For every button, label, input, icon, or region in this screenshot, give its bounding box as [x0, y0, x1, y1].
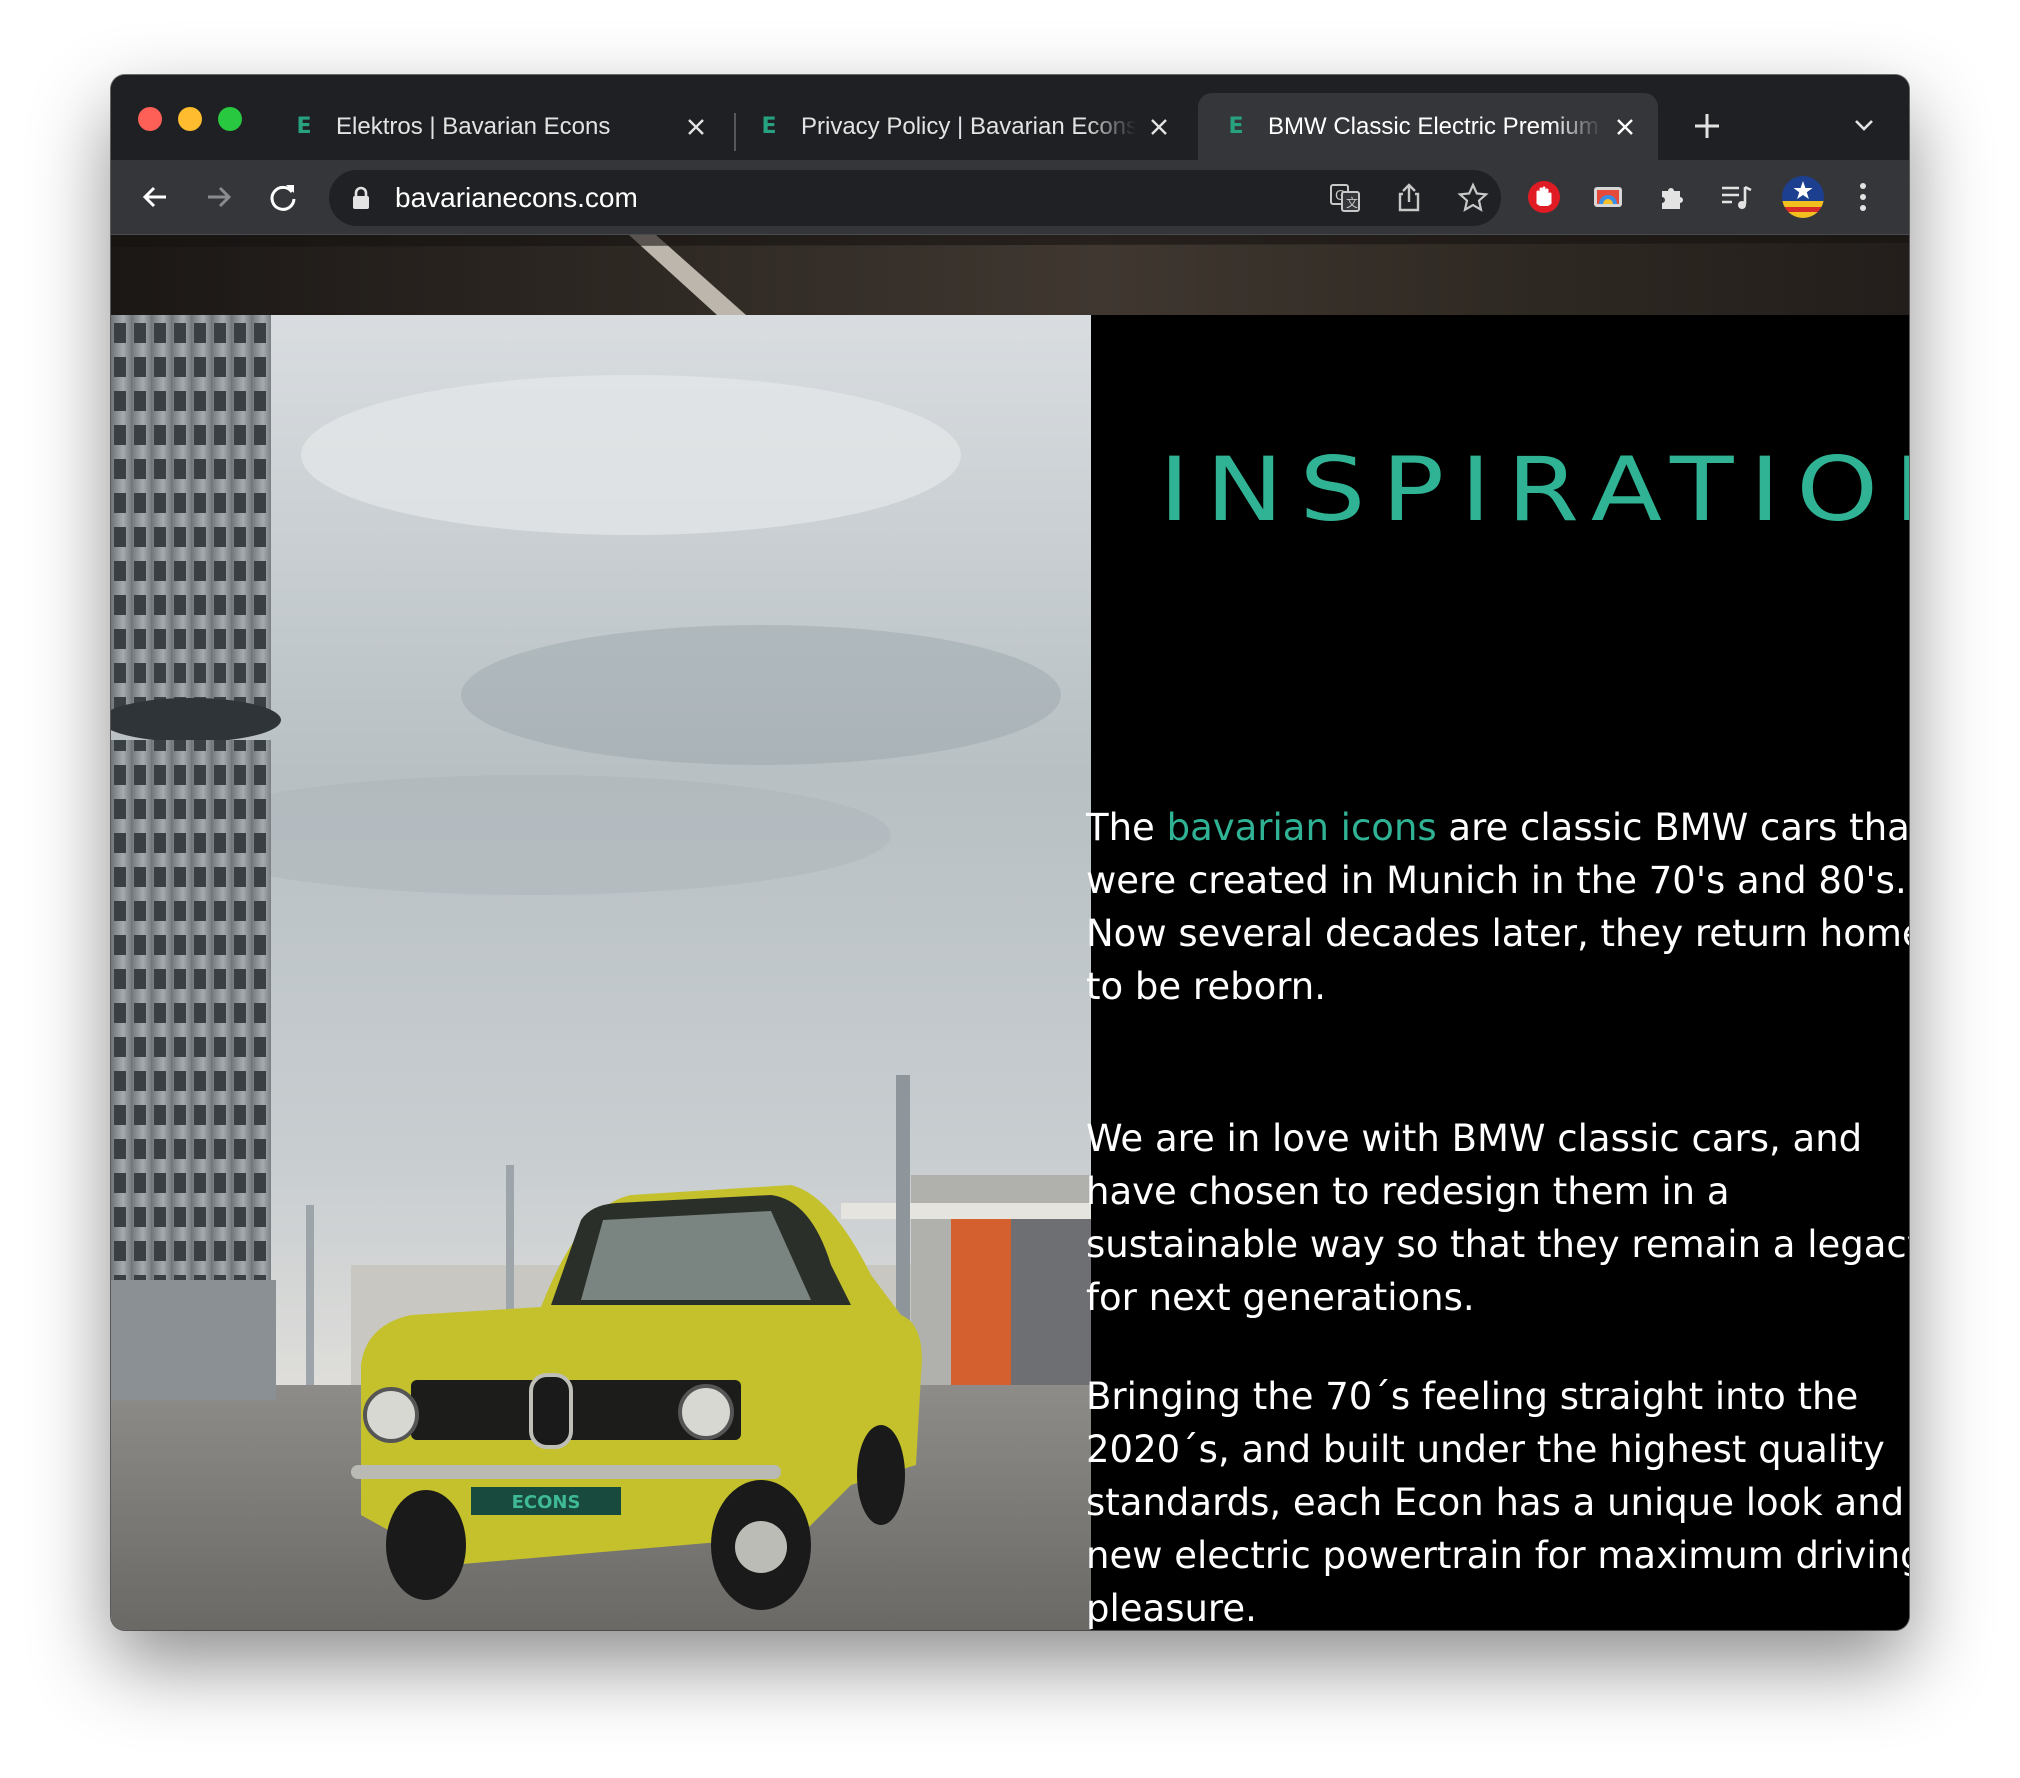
forward-button[interactable] [200, 178, 238, 216]
econs-favicon-icon: E [761, 113, 777, 139]
close-tab-icon[interactable] [1146, 114, 1172, 140]
intro-paragraph: The bavarian icons are classic BMW cars … [1086, 801, 1909, 1013]
tab-bmw-classic-electric[interactable]: E BMW Classic Electric Premium [1198, 93, 1658, 160]
header-banner-image [111, 235, 1909, 315]
media-playlist-icon[interactable] [1718, 179, 1754, 215]
menu-more-icon[interactable] [1845, 179, 1881, 215]
tab-title: Privacy Policy | Bavarian Econs [801, 112, 1136, 140]
share-icon[interactable] [1393, 182, 1425, 214]
love-paragraph: We are in love with BMW classic cars, an… [1086, 1117, 1909, 1319]
license-plate-text: ECONS [512, 1492, 581, 1513]
econs-favicon-icon: E [1228, 113, 1244, 139]
svg-text:文: 文 [1346, 195, 1358, 210]
browser-window: E Elektros | Bavarian Econs E Privacy Po… [111, 75, 1909, 1630]
puzzle-extensions-icon[interactable] [1654, 179, 1690, 215]
new-tab-button[interactable] [1690, 109, 1724, 143]
minimize-window-button[interactable] [178, 107, 202, 131]
url-text[interactable]: bavarianecons.com [395, 170, 638, 226]
tab-title: BMW Classic Electric Premium [1268, 112, 1599, 140]
tab-privacy-policy[interactable]: E Privacy Policy | Bavarian Econs [731, 93, 1192, 160]
maximize-window-button[interactable] [218, 107, 242, 131]
reload-button[interactable] [264, 178, 302, 216]
bookmark-star-icon[interactable] [1457, 182, 1489, 214]
cast-extension-icon[interactable] [1590, 179, 1626, 215]
hero-car-photo: ECONS [111, 315, 1091, 1630]
profile-flag-avatar[interactable] [1781, 176, 1825, 218]
address-bar[interactable]: bavarianecons.com G文 [329, 170, 1501, 226]
intro-text-start: The [1086, 806, 1167, 849]
inspiration-heading: INSPIRATION [1159, 437, 1909, 542]
close-tab-icon[interactable] [683, 114, 709, 140]
translate-icon[interactable]: G文 [1329, 182, 1361, 214]
tab-strip: E Elektros | Bavarian Econs E Privacy Po… [111, 75, 1909, 160]
chevron-down-icon[interactable] [1851, 115, 1877, 135]
close-tab-icon[interactable] [1612, 114, 1638, 140]
stop-hand-extension-icon[interactable] [1526, 179, 1562, 215]
back-button[interactable] [136, 178, 174, 216]
bavarian-icons-link[interactable]: bavarian icons [1167, 806, 1437, 849]
page-viewport: ECONS INSPIRATION The bavarian icons are… [111, 235, 1909, 1630]
econs-favicon-icon: E [296, 113, 312, 139]
banner-strap-graphic [111, 235, 1909, 315]
close-window-button[interactable] [138, 107, 162, 131]
tab-elektros[interactable]: E Elektros | Bavarian Econs [266, 93, 729, 160]
browser-toolbar: bavarianecons.com G文 [111, 160, 1909, 235]
tab-title: Elektros | Bavarian Econs [336, 112, 611, 140]
seventies-paragraph: Bringing the 70´s feeling straight into … [1086, 1375, 1909, 1630]
lock-icon[interactable] [351, 186, 371, 210]
